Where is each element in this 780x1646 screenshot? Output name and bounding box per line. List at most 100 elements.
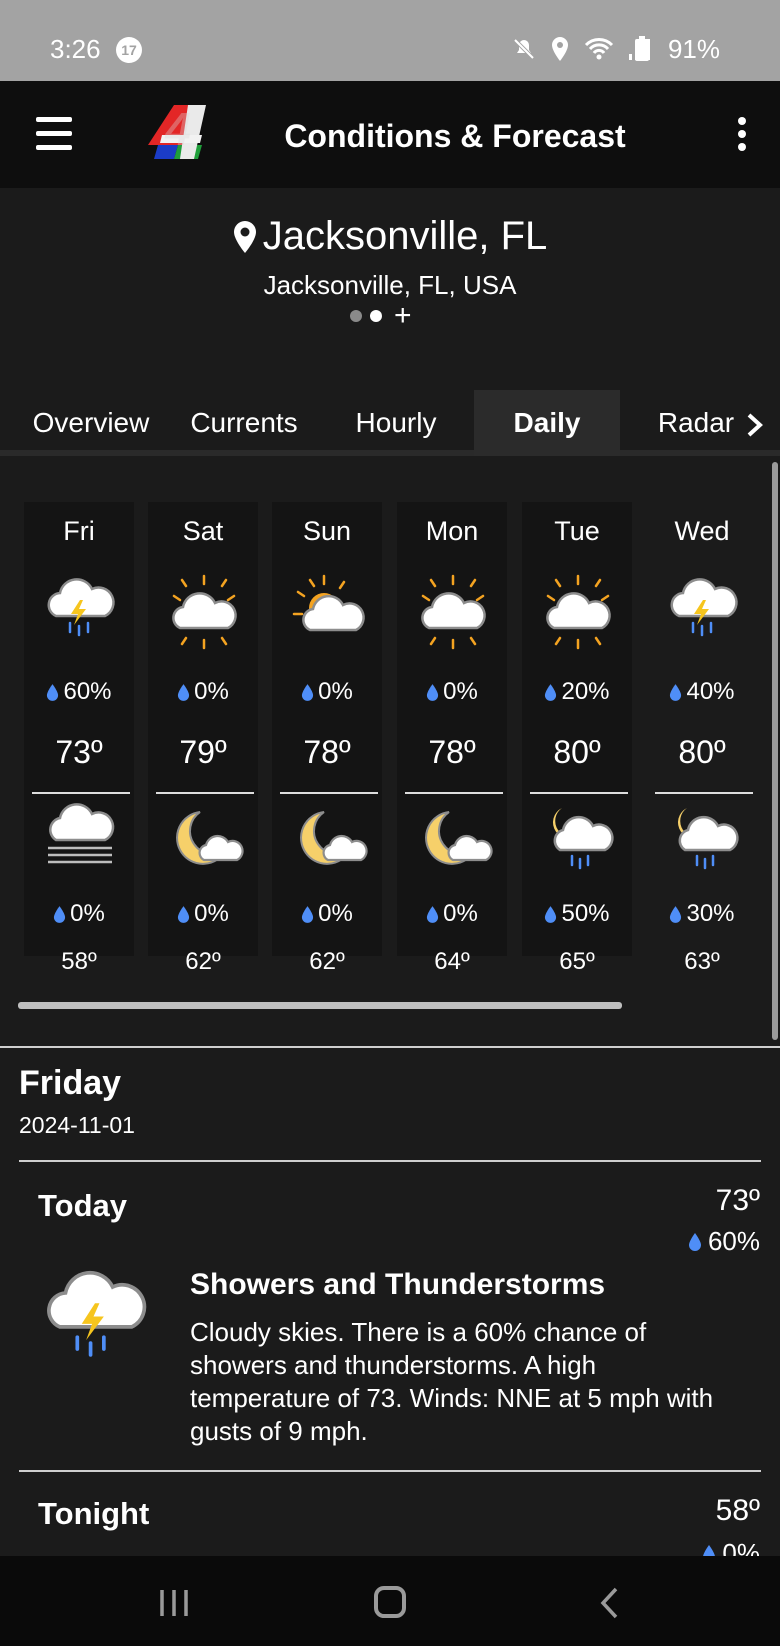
recent-apps-icon[interactable] — [158, 1588, 190, 1618]
day-column[interactable]: Fri 60% 73º 0% 58º — [24, 502, 134, 975]
low-temp: 62º — [309, 948, 345, 975]
night-precip-value: 0% — [70, 900, 105, 927]
raindrop-icon — [545, 683, 557, 701]
location-subtitle: Jacksonville, FL, USA — [263, 270, 517, 300]
station-logo: 4 — [148, 103, 206, 159]
location-icon — [552, 37, 568, 61]
day-precip-value: 20% — [561, 678, 610, 705]
night-precip: 30% — [647, 900, 757, 928]
thunderstorm-icon — [670, 578, 738, 637]
raindrop-icon — [178, 905, 190, 923]
day-column[interactable]: Sat 0% 79º 0% 62º — [148, 502, 258, 975]
logo-text: 4 — [164, 103, 191, 155]
menu-icon — [36, 117, 72, 122]
day-column[interactable]: Wed 40% 80º 30% 63º — [647, 502, 757, 975]
raindrop-icon — [670, 905, 682, 923]
condition-title: Showers and Thunderstorms — [190, 1268, 606, 1301]
day-precip: 60% — [24, 678, 134, 706]
daily-forecast-grid[interactable]: Fri 60% 73º 0% 58º Sat 0% 79º 0% 62º Sun 0% 78º 0% 62º… — [0, 462, 780, 1042]
raindrop-icon — [545, 905, 557, 923]
day-precip-value: 40% — [686, 678, 735, 705]
location-pin-icon — [233, 220, 256, 253]
today-precip: 60% — [688, 1226, 760, 1257]
night-rain-icon — [677, 808, 739, 870]
high-temp: 78º — [303, 734, 351, 770]
location-name: Jacksonville, FL — [262, 214, 548, 258]
add-location-button[interactable]: + — [394, 301, 412, 331]
day-column[interactable]: Mon 0% 78º 0% 64º — [397, 502, 507, 975]
high-temp: 78º — [428, 734, 476, 770]
more-options-button[interactable] — [736, 117, 748, 153]
tab-overview[interactable]: Overview — [10, 390, 172, 456]
mute-icon — [513, 38, 535, 60]
day-precip: 0% — [397, 678, 507, 706]
tab-hourly[interactable]: Hourly — [326, 390, 466, 456]
night-precip-value: 0% — [194, 900, 229, 927]
night-precip-value: 50% — [561, 900, 610, 927]
day-precip-value: 0% — [194, 678, 229, 705]
day-name: Fri — [63, 516, 95, 546]
system-nav-bar — [0, 1556, 780, 1646]
moon-cloud-icon — [300, 811, 368, 865]
app-title: Conditions & Forecast — [284, 118, 626, 154]
notification-badge: 17 — [116, 37, 142, 63]
section-divider — [0, 1046, 780, 1048]
night-precip-value: 30% — [686, 900, 735, 927]
high-temp: 73º — [55, 734, 103, 770]
raindrop-icon — [302, 905, 314, 923]
day-column[interactable]: Tue 20% 80º 50% 65º — [522, 502, 632, 975]
low-temp: 58º — [61, 948, 97, 975]
raindrop-icon — [688, 1232, 701, 1251]
horizontal-scrollbar[interactable] — [18, 1002, 622, 1009]
high-temp: 80º — [678, 734, 726, 770]
night-precip: 0% — [397, 900, 507, 928]
raindrop-icon — [427, 905, 439, 923]
home-icon[interactable] — [374, 1586, 406, 1618]
low-temp: 65º — [559, 948, 595, 975]
tab-bar: Overview Currents Hourly Daily Radar — [0, 390, 780, 456]
more-icon — [738, 117, 746, 125]
day-column[interactable]: Sun 0% 78º 0% 62º — [272, 502, 382, 975]
low-temp: 63º — [684, 948, 720, 975]
partly-sunny-icon — [421, 574, 486, 650]
day-precip-value: 0% — [318, 678, 353, 705]
pager-dot[interactable] — [350, 310, 362, 322]
location-pager[interactable]: + — [350, 301, 412, 331]
pager-dot-active[interactable] — [370, 310, 382, 322]
location-header[interactable]: Jacksonville, FL Jacksonville, FL, USA + — [0, 188, 780, 338]
night-precip-value: 0% — [443, 900, 478, 927]
day-precip: 20% — [522, 678, 632, 706]
condition-description: Cloudy skies. There is a 60% chance of s… — [190, 1317, 714, 1446]
tab-currents[interactable]: Currents — [172, 390, 316, 456]
day-night-divider — [156, 792, 254, 794]
menu-icon — [36, 145, 72, 150]
chevron-right-icon[interactable] — [746, 412, 764, 438]
night-precip-value: 0% — [318, 900, 353, 927]
moon-cloud-icon — [425, 811, 493, 865]
detail-day-name: Friday — [19, 1064, 122, 1102]
day-precip: 0% — [148, 678, 258, 706]
day-precip: 0% — [272, 678, 382, 706]
fog-icon — [48, 803, 115, 864]
app-bar: 4 Conditions & Forecast — [0, 81, 780, 188]
sun-cloud-icon — [292, 574, 365, 632]
high-temp: 80º — [553, 734, 601, 770]
menu-icon — [36, 131, 72, 136]
day-name: Tue — [554, 516, 600, 546]
today-temp: 73º — [715, 1184, 760, 1217]
battery-percent: 91% — [667, 34, 720, 64]
thunderstorm-icon — [47, 578, 115, 637]
back-icon[interactable] — [598, 1586, 620, 1620]
tab-daily[interactable]: Daily — [474, 390, 620, 456]
tonight-label: Tonight — [38, 1496, 150, 1531]
raindrop-icon — [47, 683, 59, 701]
raindrop-icon — [427, 683, 439, 701]
night-precip: 50% — [522, 900, 632, 928]
partly-sunny-icon — [546, 574, 611, 650]
vertical-scrollbar[interactable] — [772, 462, 778, 1040]
day-name: Mon — [425, 516, 479, 546]
menu-button[interactable] — [36, 117, 72, 151]
night-precip: 0% — [24, 900, 134, 928]
tab-radar[interactable]: Radar — [646, 390, 746, 456]
raindrop-icon — [670, 683, 682, 701]
